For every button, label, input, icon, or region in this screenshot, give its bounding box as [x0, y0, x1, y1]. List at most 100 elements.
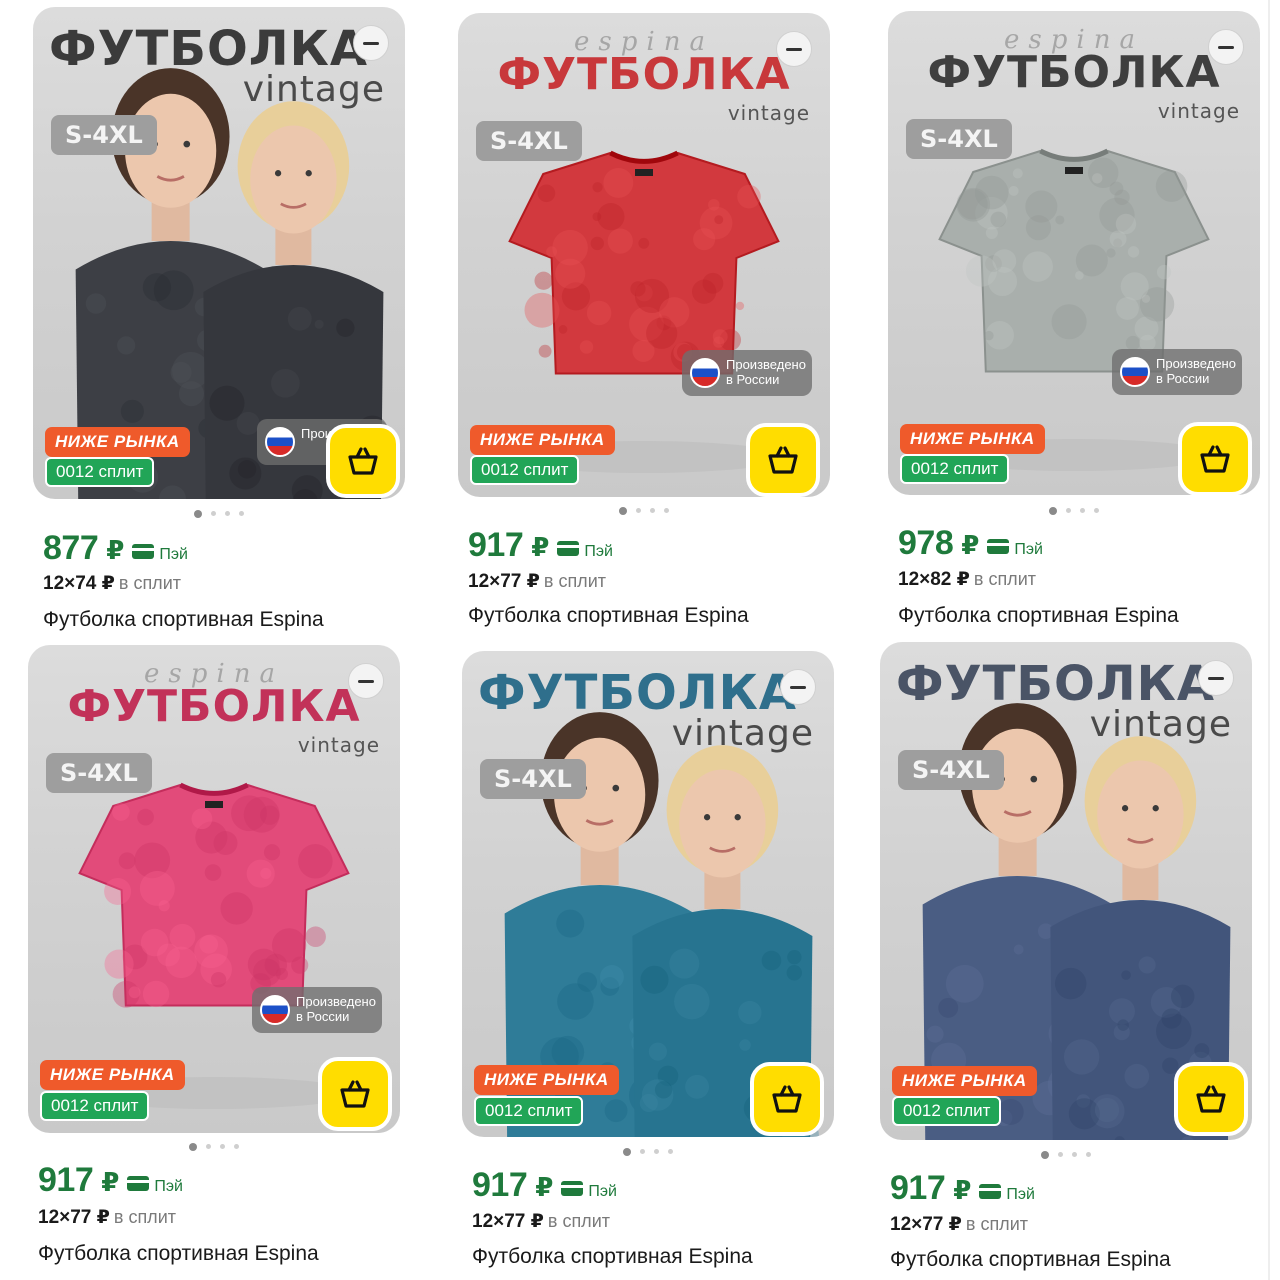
currency-sign: ₽ [535, 1172, 553, 1203]
pagination-dot[interactable] [1058, 1152, 1063, 1157]
split-amount: 12×82 ₽ [898, 569, 970, 590]
remove-button[interactable] [780, 669, 816, 705]
currency-sign: ₽ [961, 530, 979, 561]
pagination-dot[interactable] [640, 1149, 645, 1154]
split-installment: 12×77 ₽ в сплит [468, 570, 606, 593]
pagination-dot[interactable] [225, 511, 230, 516]
split-badge: 0012 сплит [40, 1091, 149, 1121]
russia-flag-icon [260, 995, 290, 1025]
pagination-dot[interactable] [1041, 1151, 1049, 1159]
product-card[interactable]: espina ФУТБОЛКА vintage S-4XL Произведен… [28, 645, 400, 1275]
split-installment: 12×77 ₽ в сплит [890, 1213, 1028, 1236]
image-pagination-dots[interactable] [33, 510, 405, 518]
image-pagination-dots[interactable] [462, 1148, 834, 1156]
pagination-dot[interactable] [1072, 1152, 1077, 1157]
product-card[interactable]: espina ФУТБОЛКА vintage S-4XL Произведен… [888, 11, 1260, 631]
pagination-dot[interactable] [1094, 508, 1099, 513]
image-pagination-dots[interactable] [28, 1143, 400, 1151]
pagination-dot[interactable] [668, 1149, 673, 1154]
price-row: 917 ₽ Пэй [38, 1161, 183, 1200]
image-pagination-dots[interactable] [888, 507, 1260, 515]
pagination-dot[interactable] [636, 508, 641, 513]
product-title[interactable]: Футболка спортивная Espina [38, 1242, 319, 1266]
split-suffix: в сплит [114, 1207, 176, 1227]
add-to-cart-button[interactable] [326, 424, 400, 498]
image-pagination-dots[interactable] [880, 1151, 1252, 1159]
price-row: 978 ₽ Пэй [898, 524, 1043, 563]
card-icon [557, 541, 579, 556]
russia-flag-icon [1120, 357, 1150, 387]
remove-button[interactable] [776, 31, 812, 67]
split-amount: 12×77 ₽ [38, 1207, 110, 1228]
minus-icon [786, 48, 802, 51]
pagination-dot[interactable] [619, 507, 627, 515]
price: 877 [43, 529, 98, 568]
remove-button[interactable] [348, 663, 384, 699]
product-title[interactable]: Футболка спортивная Espina [890, 1248, 1171, 1272]
pay-label: Пэй [159, 546, 188, 564]
product-card[interactable]: ФУТБОЛКА vintage S-4XL Произ в Рос НИЖЕ … [33, 7, 405, 637]
product-vintage-label: vintage [672, 713, 814, 754]
currency-sign: ₽ [106, 535, 124, 566]
product-title[interactable]: Футболка спортивная Espina [43, 608, 324, 632]
tshirt-product [940, 151, 1209, 372]
product-title[interactable]: Футболка спортивная Espina [472, 1245, 753, 1269]
pagination-dot[interactable] [206, 1144, 211, 1149]
split-suffix: в сплит [548, 1211, 610, 1231]
add-to-cart-button[interactable] [1178, 422, 1252, 496]
pagination-dot[interactable] [234, 1144, 239, 1149]
remove-button[interactable] [1198, 660, 1234, 696]
image-pagination-dots[interactable] [458, 507, 830, 515]
minus-icon [1218, 46, 1234, 49]
pagination-dot[interactable] [1066, 508, 1071, 513]
pagination-dot[interactable] [650, 508, 655, 513]
add-to-cart-button[interactable] [318, 1057, 392, 1131]
pagination-dot[interactable] [1086, 1152, 1091, 1157]
product-vintage-label: vintage [1158, 99, 1240, 123]
price-row: 917 ₽ Пэй [468, 526, 613, 565]
remove-button[interactable] [353, 25, 389, 61]
card-icon [127, 1176, 149, 1191]
basket-icon [1194, 1082, 1228, 1116]
split-badge: 0012 сплит [892, 1096, 1001, 1126]
pagination-dot[interactable] [211, 511, 216, 516]
pagination-dot[interactable] [220, 1144, 225, 1149]
product-title[interactable]: Футболка спортивная Espina [468, 604, 749, 628]
add-to-cart-button[interactable] [750, 1062, 824, 1136]
pagination-dot[interactable] [189, 1143, 197, 1151]
add-to-cart-button[interactable] [1174, 1062, 1248, 1136]
tshirt-product [510, 153, 779, 374]
product-headline: ФУТБОЛКА [906, 51, 1242, 95]
pagination-dot[interactable] [664, 508, 669, 513]
pagination-dot[interactable] [623, 1148, 631, 1156]
product-card[interactable]: ФУТБОЛКА vintage S-4XL НИЖЕ РЫНКА 0012 с… [880, 642, 1252, 1276]
size-range-badge: S-4XL [51, 115, 157, 155]
split-installment: 12×77 ₽ в сплит [472, 1210, 610, 1233]
size-range-badge: S-4XL [480, 759, 586, 799]
pay-label: Пэй [1014, 541, 1043, 559]
remove-button[interactable] [1208, 29, 1244, 65]
add-to-cart-button[interactable] [746, 423, 820, 497]
pagination-dot[interactable] [239, 511, 244, 516]
below-market-badge: НИЖЕ РЫНКА [45, 427, 190, 457]
pagination-dot[interactable] [1049, 507, 1057, 515]
pay-label: Пэй [588, 1183, 617, 1201]
price: 917 [38, 1161, 93, 1200]
size-range-badge: S-4XL [906, 119, 1012, 159]
currency-sign: ₽ [531, 532, 549, 563]
pagination-dot[interactable] [654, 1149, 659, 1154]
pagination-dot[interactable] [1080, 508, 1085, 513]
basket-icon [766, 443, 800, 477]
card-icon [979, 1184, 1001, 1199]
split-amount: 12×77 ₽ [890, 1214, 962, 1235]
product-title[interactable]: Футболка спортивная Espina [898, 604, 1179, 628]
split-suffix: в сплит [119, 573, 181, 593]
price: 978 [898, 524, 953, 563]
below-market-badge: НИЖЕ РЫНКА [40, 1060, 185, 1090]
pay-label: Пэй [584, 543, 613, 561]
size-range-badge: S-4XL [476, 121, 582, 161]
pagination-dot[interactable] [194, 510, 202, 518]
product-card[interactable]: ФУТБОЛКА vintage S-4XL НИЖЕ РЫНКА 0012 с… [462, 651, 834, 1277]
product-card[interactable]: espina ФУТБОЛКА vintage S-4XL Произведен… [458, 13, 830, 633]
card-icon [132, 544, 154, 559]
